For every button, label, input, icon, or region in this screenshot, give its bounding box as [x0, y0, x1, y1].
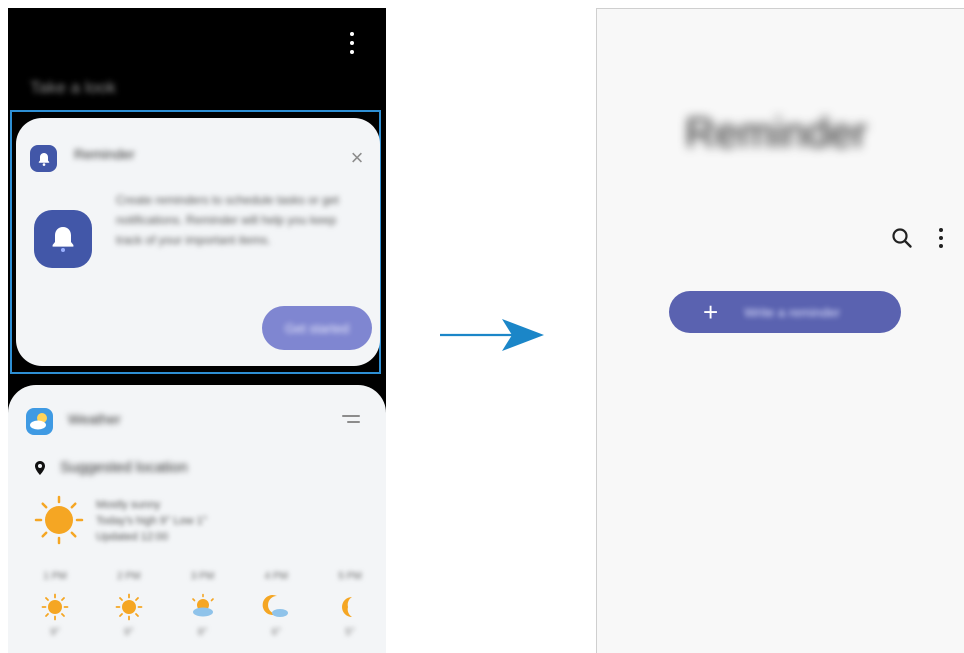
forecast-time: 5 PM: [338, 571, 362, 582]
weather-app-name: Weather: [68, 411, 121, 427]
reminder-card[interactable]: Reminder × Create reminders to schedule …: [16, 118, 380, 366]
reminder-app-name: Reminder: [74, 146, 135, 162]
forecast-item: 3 PM 8°: [178, 571, 228, 641]
weather-details: Mostly sunny Today's high 9° Low 1° Upda…: [96, 497, 236, 545]
right-phone-screen: Reminder + Write a reminder: [596, 8, 964, 653]
forecast-temp: 9°: [123, 627, 134, 638]
forecast-temp: 8°: [197, 627, 208, 638]
weather-card[interactable]: Weather Suggested location Mostly sunny …: [8, 385, 386, 653]
reminder-bell-icon: [34, 210, 92, 268]
more-options-icon[interactable]: [938, 228, 944, 248]
forecast-time: 2 PM: [117, 571, 141, 582]
add-reminder-label: Write a reminder: [744, 304, 841, 320]
forecast-item: 5 PM 5°: [325, 571, 375, 641]
location-name: Suggested location: [60, 459, 188, 476]
forecast-time: 1 PM: [43, 571, 67, 582]
collapse-icon[interactable]: [342, 415, 360, 427]
bell-icon: [30, 145, 57, 172]
panel-title: Take a look: [30, 78, 116, 97]
hourly-forecast: 1 PM 9° 2 PM 9° 3 PM 8° 4 PM 6° 5 PM 5°: [30, 571, 375, 641]
left-phone-screen: Take a look Reminder × Create reminders …: [8, 8, 386, 653]
forecast-time: 3 PM: [190, 571, 215, 582]
sun-icon: [115, 593, 143, 621]
page-title: Reminder: [685, 109, 868, 156]
sun-icon: [41, 593, 69, 621]
forecast-temp: 9°: [50, 627, 60, 638]
forecast-item: 2 PM 9°: [104, 571, 154, 641]
forecast-item: 4 PM 6°: [251, 571, 301, 641]
moon-cloud-icon: [262, 595, 289, 617]
close-icon[interactable]: ×: [348, 147, 366, 169]
weather-detail-line: Updated 12:00: [96, 531, 169, 543]
moon-icon: [342, 597, 352, 617]
add-reminder-button[interactable]: + Write a reminder: [669, 291, 901, 333]
forecast-time: 4 PM: [264, 571, 288, 582]
location-pin-icon: [35, 461, 45, 475]
plus-icon: +: [703, 297, 719, 327]
more-options-icon[interactable]: [348, 32, 356, 54]
partly-cloudy-icon: [191, 593, 214, 617]
search-icon[interactable]: [891, 227, 913, 249]
sun-icon: [34, 495, 84, 545]
weather-detail-line: Mostly sunny: [96, 499, 161, 511]
forecast-item: 1 PM 9°: [30, 571, 80, 641]
reminder-description: Create reminders to schedule tasks or ge…: [116, 193, 339, 247]
forecast-temp: 6°: [271, 627, 282, 638]
weather-app-icon: [26, 408, 53, 435]
arrow-right-icon: [440, 319, 544, 351]
get-started-button[interactable]: Get started: [262, 306, 372, 350]
get-started-label: Get started: [284, 320, 350, 336]
weather-detail-line: Today's high 9° Low 1°: [96, 515, 208, 527]
forecast-temp: 5°: [345, 627, 355, 638]
